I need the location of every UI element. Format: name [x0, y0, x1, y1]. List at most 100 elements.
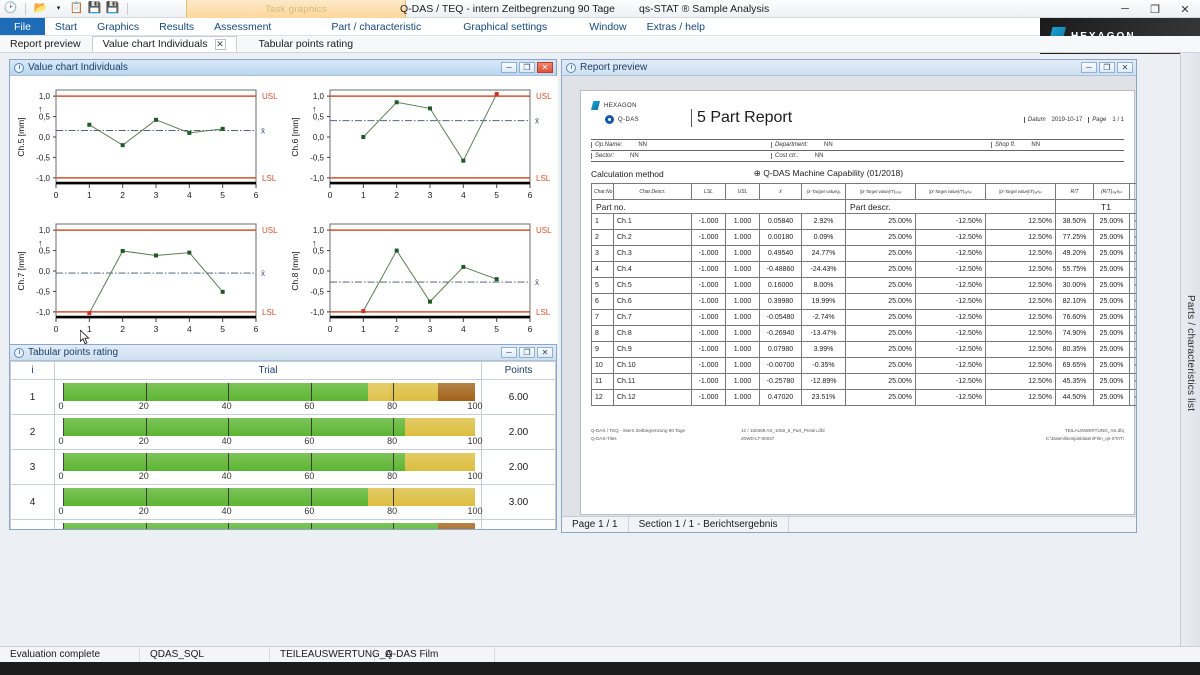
- report-preview-body[interactable]: HEXAGON Q-DAS 5 Part Report Datum 2019-1…: [562, 76, 1136, 532]
- tab-tabular-points-rating[interactable]: Tabular points rating: [249, 36, 365, 52]
- ribbon-tab-start[interactable]: Start: [45, 18, 87, 35]
- table-row[interactable]: 9 Ch.9 -1.000 1.000 0.07980 3.99% 25.00% -12.50…: [591, 341, 1136, 358]
- table-row[interactable]: 8 Ch.8 -1.000 1.000 -0.26940 -13.47% 25.00% -12…: [591, 325, 1136, 342]
- cell-tol-target-low: -12.50%: [915, 341, 986, 358]
- value-chart-close-button[interactable]: ✕: [537, 62, 553, 73]
- cell-xbar: 0.05840: [759, 213, 802, 230]
- report-maximize-button[interactable]: ❐: [1099, 62, 1115, 73]
- report-preview-titlebar[interactable]: Report preview ─ ❐ ✕: [562, 60, 1136, 76]
- table-row[interactable]: 4 0 20 40 60 80 100 3.00: [10, 484, 556, 520]
- points-rating-close-button[interactable]: ✕: [537, 347, 553, 358]
- table-row[interactable]: 2 Ch.2 -1.000 1.000 0.00180 0.09% 25.00% -12.50…: [591, 229, 1136, 246]
- ribbon-tab-extras-help[interactable]: Extras / help: [637, 18, 715, 35]
- svg-text:↑: ↑: [38, 238, 43, 248]
- save-as-icon[interactable]: 💾: [105, 1, 120, 16]
- points-rating-minimize-button[interactable]: ─: [501, 347, 517, 358]
- cell-lsl: -1.000: [691, 245, 726, 262]
- table-row[interactable]: 12 Ch.12 -1.000 1.000 0.47020 23.51% 25.00% -12…: [591, 389, 1136, 406]
- value-chart-maximize-button[interactable]: ❐: [519, 62, 535, 73]
- table-row[interactable]: 1 Ch.1 -1.000 1.000 0.05840 2.92% 25.00% -12.50…: [591, 213, 1136, 230]
- scale-tick: 20: [138, 471, 149, 481]
- table-row[interactable]: 1 0 20 40 60 80 100 6.00: [10, 379, 556, 415]
- table-row[interactable]: 50204060801004.00: [10, 519, 556, 529]
- save-icon[interactable]: 💾: [87, 1, 102, 16]
- ribbon-tab-assessment[interactable]: Assessment: [204, 18, 281, 35]
- tab-report-preview[interactable]: Report preview: [0, 36, 92, 52]
- cell-deviation: -12.89%: [801, 373, 846, 390]
- scale-gridline: [392, 523, 394, 529]
- chart-ch5[interactable]: 1,0 0,5 0,0 -0,5 -1,0 0 1 2 3 4 5 6 Ch.5 [mm] ↑ USL LSL…: [10, 76, 284, 210]
- svg-text:↑: ↑: [312, 238, 317, 248]
- ribbon-tab-file[interactable]: File: [0, 18, 45, 35]
- cell-xbar: -0.26940: [759, 325, 802, 342]
- cell-lsl: -1.000: [691, 229, 726, 246]
- cell-xbar: -0.05480: [759, 309, 802, 326]
- table-row[interactable]: 10 Ch.10 -1.000 1.000 -0.00700 -0.35% 25.00% -1…: [591, 357, 1136, 374]
- scale-tick: 0: [58, 506, 64, 516]
- toolbar-divider: [25, 2, 26, 15]
- cell-symbol: ♦ x̄,R: [1129, 213, 1136, 230]
- report-preview-window-buttons: ─ ❐ ✕: [1081, 62, 1136, 73]
- cell-symbol: ♦ x̄,R: [1129, 357, 1136, 374]
- parts-characteristics-dock[interactable]: Parts / characteristics list: [1180, 53, 1200, 653]
- cell-usl: 1.000: [725, 341, 760, 358]
- value-chart-titlebar[interactable]: Value chart Individuals ─ ❐ ✕: [10, 60, 556, 76]
- points-rating-titlebar[interactable]: Tabular points rating ─ ❐ ✕: [10, 345, 556, 361]
- table-row[interactable]: 6 Ch.6 -1.000 1.000 0.39980 19.99% 25.00% -12.5…: [591, 293, 1136, 310]
- svg-text:0,0: 0,0: [313, 133, 325, 142]
- cell-tol-total: 25.00%: [845, 229, 916, 246]
- history-icon[interactable]: 🕑: [3, 1, 18, 16]
- tab-value-chart-individuals[interactable]: Value chart Individuals ✕: [91, 36, 237, 52]
- table-row[interactable]: 2 0 20 40 60 80 100 2.00: [10, 414, 556, 450]
- cell-r-over-t-target: 25.00%: [1093, 373, 1130, 390]
- table-row[interactable]: 3 0 20 40 60 80 100 2.00: [10, 449, 556, 485]
- open-folder-icon[interactable]: 📂: [33, 1, 48, 16]
- report-minimize-button[interactable]: ─: [1081, 62, 1097, 73]
- field-opname: Op.Name: NN: [591, 142, 771, 148]
- table-row[interactable]: 7 Ch.7 -1.000 1.000 -0.05480 -2.74% 25.00% -12.…: [591, 309, 1136, 326]
- dropdown-arrow-icon[interactable]: ▾: [51, 1, 66, 16]
- minimize-button[interactable]: ─: [1110, 0, 1140, 18]
- ribbon-tab-graphics[interactable]: Graphics: [87, 18, 149, 35]
- table-row[interactable]: 3 Ch.3 -1.000 1.000 0.49540 24.77% 25.00% -12.5…: [591, 245, 1136, 262]
- cell-tol-target-low: -12.50%: [915, 357, 986, 374]
- new-doc-icon[interactable]: 📋: [69, 1, 84, 16]
- cell-char-no: 3: [591, 245, 614, 262]
- table-row[interactable]: 11 Ch.11 -1.000 1.000 -0.25780 -12.89% 25.00% -…: [591, 373, 1136, 390]
- report-section-indicator: Section 1 / 1 - Berichtsergebnis: [629, 516, 789, 532]
- col-index: i: [10, 361, 55, 380]
- close-button[interactable]: ✕: [1170, 0, 1200, 18]
- chart-ch6[interactable]: 1,0 0,5 0,0 -0,5 -1,0 0 1 2 3 4 5 6 Ch.6 [mm] ↑ USL LSL…: [284, 76, 558, 210]
- status-bar: Evaluation complete QDAS_SQL TEILEAUSWER…: [0, 646, 1200, 663]
- chart-ch8[interactable]: 1,0 0,5 0,0 -0,5 -1,0 0 1 2 3 4 5 6 Ch.8 [mm] ↑ USL LSL…: [284, 210, 558, 344]
- qdas-logo-row: Q-DAS: [591, 115, 691, 124]
- chart-ch7[interactable]: 1,0 0,5 0,0 -0,5 -1,0 0 1 2 3 4 5 6 Ch.7 [mm] ↑ USL LSL…: [10, 210, 284, 344]
- table-row[interactable]: 5 Ch.5 -1.000 1.000 0.16000 8.00% 25.00% -12.50…: [591, 277, 1136, 294]
- svg-text:USL: USL: [262, 92, 278, 101]
- bar-track: [63, 383, 475, 401]
- svg-text:-0,5: -0,5: [36, 153, 50, 162]
- report-close-button[interactable]: ✕: [1117, 62, 1133, 73]
- cell-usl: 1.000: [725, 293, 760, 310]
- ribbon-tab-window[interactable]: Window: [579, 18, 636, 35]
- cell-r-over-t-target: 25.00%: [1093, 341, 1130, 358]
- table-row[interactable]: 4 Ch.4 -1.000 1.000 -0.48860 -24.43% 25.00% -12…: [591, 261, 1136, 278]
- points-rating-maximize-button[interactable]: ❐: [519, 347, 535, 358]
- hexagon-label: HEXAGON: [604, 102, 637, 109]
- report-col-3: USL: [725, 183, 760, 200]
- report-table-body: 1 Ch.1 -1.000 1.000 0.05840 2.92% 25.00% -12.50…: [591, 213, 1136, 406]
- ribbon-tab-results[interactable]: Results: [149, 18, 204, 35]
- scale-tick: 80: [387, 471, 398, 481]
- tab-close-icon[interactable]: ✕: [214, 38, 226, 50]
- ribbon-tab-graphical-settings[interactable]: Graphical settings: [453, 18, 557, 35]
- scale-gridline: [310, 383, 312, 401]
- cell-tol-target-high: 12.50%: [985, 373, 1056, 390]
- cell-xbar: 0.39980: [759, 293, 802, 310]
- cell-tol-target-low: -12.50%: [915, 213, 986, 230]
- task-graphics-tab[interactable]: Task graphics: [186, 0, 406, 18]
- value-chart-minimize-button[interactable]: ─: [501, 62, 517, 73]
- maximize-button[interactable]: ❐: [1140, 0, 1170, 18]
- value-chart-window: Value chart Individuals ─ ❐ ✕ 1,0 0,5 0,0-…: [9, 59, 558, 344]
- ribbon-tab-part-characteristic[interactable]: Part / characteristic: [321, 18, 431, 35]
- report-footer-line-2: Q-DAS-Tiles 20WD-LT-00047 C:\Daten\Beisp…: [591, 436, 1124, 441]
